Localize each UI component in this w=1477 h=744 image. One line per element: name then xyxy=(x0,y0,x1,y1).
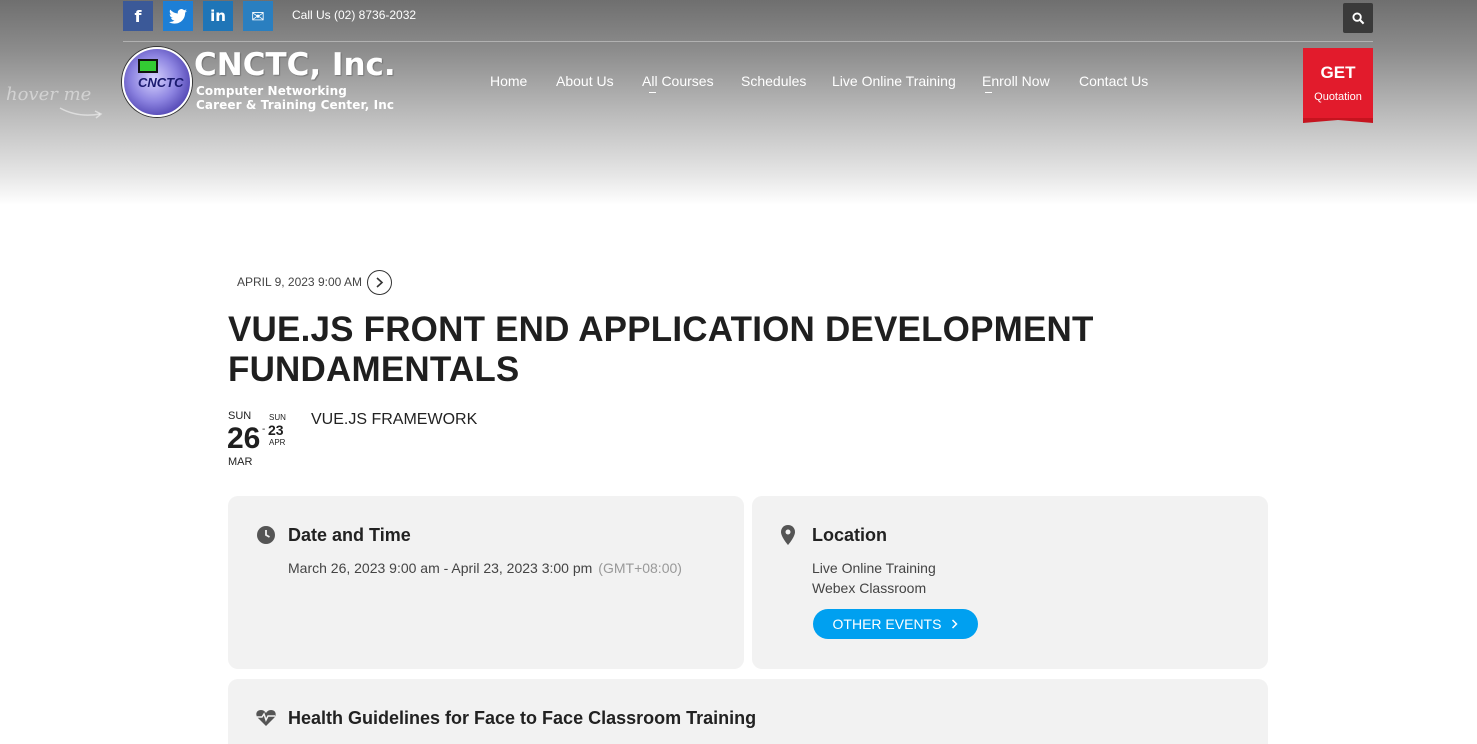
logo-icon[interactable]: CNCTC xyxy=(122,47,192,117)
call-us-text: Call Us (02) 8736-2032 xyxy=(292,8,417,22)
nav-dropdown-indicator xyxy=(985,92,992,93)
logo-text: CNCTC xyxy=(138,75,184,90)
event-title: VUE.JS FRONT END APPLICATION DEVELOPMENT… xyxy=(228,310,1094,389)
twitter-icon[interactable] xyxy=(163,1,193,31)
brand-subtitle-line2: Career & Training Center, Inc xyxy=(196,98,395,112)
ribbon-tail-icon xyxy=(1303,118,1373,123)
nav-enroll-now[interactable]: Enroll Now xyxy=(982,73,1050,89)
heartbeat-icon xyxy=(256,710,276,726)
facebook-glyph: f xyxy=(134,6,142,26)
timezone-text: (GMT+08:00) xyxy=(598,560,682,576)
next-date-button[interactable] xyxy=(367,270,392,295)
hover-me-hint: hover me xyxy=(6,84,92,105)
clock-icon xyxy=(257,526,275,544)
search-button[interactable] xyxy=(1343,3,1373,33)
health-guidelines-card: Health Guidelines for Face to Face Class… xyxy=(228,679,1268,744)
end-day: 23 xyxy=(268,422,284,438)
nav-contact-us[interactable]: Contact Us xyxy=(1079,73,1148,89)
start-day: 26 xyxy=(227,422,261,455)
location-line2: Webex Classroom xyxy=(812,580,927,596)
end-month: APR xyxy=(269,438,286,447)
date-range-text: March 26, 2023 9:00 am - April 23, 2023 … xyxy=(288,560,593,576)
date-time-range: March 26, 2023 9:00 am - April 23, 2023 … xyxy=(288,560,682,576)
quote-get-label: GET xyxy=(1320,63,1356,82)
brand-subtitle-line1: Computer Networking xyxy=(196,84,347,98)
top-bar: f in ✉ Call Us (02) 8736-2032 xyxy=(123,0,1373,42)
health-guidelines-title: Health Guidelines for Face to Face Class… xyxy=(288,708,757,728)
envelope-glyph: ✉ xyxy=(251,6,265,26)
start-month: MAR xyxy=(228,456,253,468)
location-title: Location xyxy=(812,525,887,545)
chevron-right-icon xyxy=(952,619,959,629)
nav-all-courses[interactable]: All Courses xyxy=(642,73,714,89)
linkedin-glyph: in xyxy=(210,7,226,25)
facebook-icon[interactable]: f xyxy=(123,1,153,31)
other-events-label: OTHER EVENTS xyxy=(832,616,942,632)
search-icon xyxy=(1351,11,1364,24)
date-time-card: Date and Time March 26, 2023 9:00 am - A… xyxy=(228,496,744,669)
email-icon[interactable]: ✉ xyxy=(243,1,273,31)
end-weekday: SUN xyxy=(269,413,286,422)
date-time-title: Date and Time xyxy=(288,525,411,545)
chevron-right-icon xyxy=(376,277,384,288)
monitor-icon xyxy=(138,59,158,73)
nav-live-online-training[interactable]: Live Online Training xyxy=(832,73,956,89)
site-header: f in ✉ Call Us (02) 8736-2032 hover me C… xyxy=(0,0,1477,205)
brand-name[interactable]: CNCTC, Inc. xyxy=(194,47,396,83)
event-category[interactable]: VUE.JS FRAMEWORK xyxy=(311,411,477,429)
twitter-bird-icon xyxy=(169,8,187,24)
quote-label: Quotation xyxy=(1314,91,1362,103)
nav-home[interactable]: Home xyxy=(490,73,527,89)
map-pin-icon xyxy=(781,525,795,545)
date-separator: - xyxy=(262,424,266,435)
nav-schedules[interactable]: Schedules xyxy=(741,73,806,89)
location-line1: Live Online Training xyxy=(812,560,936,576)
event-date-line: APRIL 9, 2023 9:00 AM xyxy=(237,275,362,289)
get-quotation-button[interactable]: GET Quotation xyxy=(1303,48,1373,118)
curved-arrow-icon xyxy=(59,107,103,119)
linkedin-icon[interactable]: in xyxy=(203,1,233,31)
other-events-button[interactable]: OTHER EVENTS xyxy=(813,609,978,639)
nav-dropdown-indicator xyxy=(649,92,656,93)
nav-about-us[interactable]: About Us xyxy=(556,73,614,89)
location-card: Location Live Online Training Webex Clas… xyxy=(752,496,1268,669)
